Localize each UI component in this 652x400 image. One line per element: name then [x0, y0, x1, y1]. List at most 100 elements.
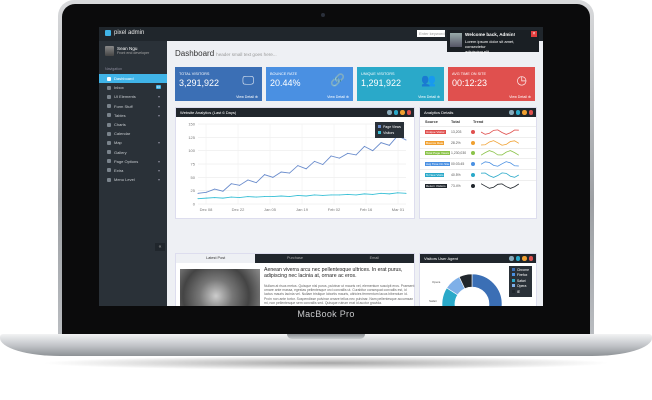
data-point	[272, 176, 274, 178]
stat-card: TOTAL VISITORS 3,291,922 🖵 View Detail ⊕	[175, 67, 262, 101]
expand-icon[interactable]	[387, 110, 392, 115]
collapse-sidebar-button[interactable]: «	[155, 243, 165, 251]
legend-swatch	[511, 268, 515, 271]
arrow-right-icon: ⊕	[435, 95, 440, 99]
status-dot	[471, 129, 475, 134]
reload-icon[interactable]	[515, 110, 520, 115]
reload-icon[interactable]	[393, 110, 398, 115]
sidebar-item[interactable]: Inbox 10	[99, 83, 167, 92]
device-label: MacBook Pro	[297, 309, 355, 319]
nav-icon	[107, 177, 111, 182]
users-icon: 👥	[421, 73, 436, 87]
sidebar-item[interactable]: Gallery	[99, 148, 167, 157]
laptop-shadow	[40, 356, 612, 370]
nav-icon	[107, 85, 111, 90]
minimize-icon[interactable]	[400, 110, 405, 115]
sidebar-item[interactable]: Charts	[99, 120, 167, 129]
sidebar-item[interactable]: Dashboard	[99, 74, 167, 84]
product-mockup: pixel admin Enter keyword Welcome back, …	[0, 0, 652, 400]
minimize-icon[interactable]	[522, 110, 527, 115]
search-input[interactable]: Enter keyword	[417, 30, 445, 37]
remove-icon[interactable]	[406, 110, 411, 115]
link-icon: 🔗	[330, 73, 345, 87]
legend-swatch	[511, 284, 515, 288]
data-point	[322, 194, 324, 196]
table-row[interactable]: % New Visits 40.5%	[420, 169, 536, 180]
user-agent-panel: Visitors User Agent Safari Opera Chrome F…	[419, 253, 537, 306]
data-point	[264, 196, 266, 198]
sidebar-item[interactable]: Form Stuff ▾	[99, 102, 167, 111]
data-point	[330, 194, 332, 196]
sidebar-item[interactable]: Tables ▾	[99, 111, 167, 120]
arrow-right-icon: ⊕	[344, 95, 349, 99]
trend-sparkline	[481, 183, 520, 189]
app-logo[interactable]: pixel admin	[105, 30, 144, 36]
sidebar: Sean Ngu Front end developer Navigation D…	[99, 41, 167, 306]
reload-icon[interactable]	[515, 256, 520, 261]
data-point	[239, 197, 241, 199]
x-tick-label: Jan 19	[296, 207, 309, 212]
table-row[interactable]: Total Page Views 1,230,030	[420, 147, 536, 159]
table-row[interactable]: Avg Time On Site 00:03:45	[420, 158, 536, 169]
view-detail-link[interactable]: View Detail ⊕	[509, 95, 531, 99]
monitor-icon: 🖵	[242, 73, 254, 87]
chevron-down-icon: ▾	[157, 140, 160, 146]
data-point	[305, 195, 307, 197]
avatar	[105, 46, 114, 56]
sidebar-item[interactable]: Extra ▾	[99, 166, 167, 175]
chevron-down-icon: ▾	[157, 177, 160, 183]
x-tick-label: Dec 22	[232, 207, 245, 212]
user-profile[interactable]: Sean Ngu Front end developer	[99, 41, 167, 65]
data-point	[380, 192, 382, 194]
table-row[interactable]: Return Visitors 73.4%	[420, 179, 536, 191]
user-agent-donut	[441, 273, 503, 306]
data-point	[305, 168, 307, 170]
nav-icon	[107, 168, 111, 173]
tab-0[interactable]: Latest Post	[176, 254, 256, 263]
remove-icon[interactable]	[528, 110, 533, 115]
sidebar-item[interactable]: UI Elements ▾	[99, 92, 167, 101]
data-point	[388, 144, 390, 146]
minimize-icon[interactable]	[522, 256, 527, 261]
view-detail-link[interactable]: View Detail ⊕	[418, 95, 440, 99]
y-tick-label: 125	[188, 135, 195, 140]
data-point	[230, 183, 232, 185]
expand-icon[interactable]	[509, 110, 514, 115]
nav-icon	[107, 150, 111, 155]
post-panel: Latest Post Purchase Email Aenean viverra …	[175, 253, 415, 306]
trend-sparkline	[481, 129, 519, 135]
legend-item: Visitors	[378, 130, 401, 136]
nav-icon	[107, 122, 111, 127]
nav-header: Navigation	[105, 67, 122, 71]
sidebar-item[interactable]: Calendar	[99, 129, 167, 138]
expand-icon[interactable]	[509, 256, 514, 261]
donut-slice[interactable]	[468, 273, 503, 306]
panel-title: Website Analytics (Last 6 Days)	[180, 110, 237, 115]
table-row[interactable]: Unique Visitor 13,203	[420, 126, 536, 137]
source-label: Return Visitors	[425, 183, 447, 188]
table-row[interactable]: Bounce Rate 28.2%	[420, 136, 536, 148]
remove-icon[interactable]	[528, 256, 533, 261]
view-detail-link[interactable]: View Detail ⊕	[236, 95, 258, 99]
data-point	[347, 152, 349, 154]
stat-card: UNIQUE VISITORS 1,291,922 👥 View Detail ⊕	[357, 67, 444, 101]
sidebar-item[interactable]: Page Options ▾	[99, 157, 167, 166]
view-detail-link[interactable]: View Detail ⊕	[327, 95, 349, 99]
stat-card: BOUNCE RATE 20.44% 🔗 View Detail ⊕	[266, 67, 353, 101]
arrow-right-icon: ⊕	[253, 95, 258, 99]
tab-2[interactable]: Email	[334, 254, 414, 263]
x-tick-label: Dec 08	[200, 207, 213, 212]
source-label: Avg Time On Site	[425, 162, 451, 167]
sidebar-item[interactable]: Map ▾	[99, 138, 167, 147]
source-label: Unique Visitor	[425, 129, 446, 134]
close-icon[interactable]: ×	[531, 31, 537, 37]
data-point	[247, 179, 249, 181]
tab-1[interactable]: Purchase	[255, 254, 335, 263]
sidebar-item[interactable]: Menu Level ▾	[99, 175, 167, 184]
data-point	[280, 171, 282, 173]
chevron-down-icon: ▾	[157, 103, 160, 109]
status-dot	[471, 173, 475, 178]
chevron-down-icon: ▾	[157, 112, 160, 118]
dashboard-screen: pixel admin Enter keyword Welcome back, …	[99, 27, 543, 306]
data-point	[355, 194, 357, 196]
